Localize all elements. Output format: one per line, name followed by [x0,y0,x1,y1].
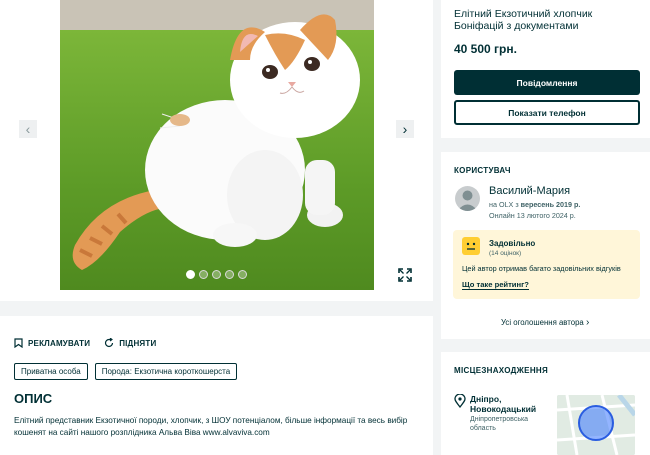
rating-title: Задовільно [489,239,536,248]
tag-breed[interactable]: Порода: Екзотична короткошерста [94,363,238,380]
ad-actions: РЕКЛАМУВАТИ ПІДНЯТИ [14,338,156,348]
raise-label: ПІДНЯТИ [119,338,157,348]
promote-label: РЕКЛАМУВАТИ [28,338,91,348]
rating-description: Цей автор отримав багато задовільних від… [462,264,621,273]
chevron-right-icon: › [585,317,590,328]
location-region: Дніпропетровська область [470,416,529,432]
listing-photo[interactable] [60,0,374,290]
photo-pagination [186,270,247,279]
avatar[interactable] [455,186,480,211]
fullscreen-icon[interactable] [398,268,412,282]
location-pin-icon [454,394,466,408]
raise-button[interactable]: ПІДНЯТИ [104,338,156,348]
location-map[interactable] [557,395,635,455]
pagination-dot[interactable] [199,270,208,279]
chevron-right-icon: › [402,121,408,137]
pagination-dot[interactable] [212,270,221,279]
user-online: Онлайн 13 лютого 2024 р. [489,211,576,220]
rating-info-link[interactable]: Що таке рейтинг? [462,280,529,290]
image-gallery: ‹ › [0,0,433,301]
user-since-date: вересень 2019 р. [520,200,581,209]
tag-seller-type[interactable]: Приватна особа [14,363,88,380]
map-graphic [557,395,635,455]
user-since-prefix: на OLX з [489,200,521,209]
rating-count: (14 оцінок) [489,250,522,257]
user-name[interactable]: Василий-Мария [489,185,570,197]
all-author-ads-link[interactable]: Усі оголошення автора › [501,317,589,328]
location-city: Дніпро, Новокодацький [470,394,537,414]
pagination-dot[interactable] [238,270,247,279]
location-section-label: МІСЦЕЗНАХОДЖЕННЯ [454,366,549,375]
next-photo-button[interactable]: › [396,120,414,138]
user-since: на OLX з вересень 2019 р. [489,200,580,209]
refresh-icon [105,338,114,348]
kitten-illustration [72,14,360,270]
message-button[interactable]: Повідомлення [454,70,640,95]
ad-price: 40 500 грн. [454,42,517,56]
show-phone-button[interactable]: Показати телефон [454,100,640,125]
all-ads-label: Усі оголошення автора [501,318,584,327]
chevron-left-icon: ‹ [25,121,31,137]
bookmark-icon [14,338,23,348]
promote-button[interactable]: РЕКЛАМУВАТИ [14,338,90,348]
description-title: ОПИС [14,391,53,406]
user-section-label: КОРИСТУВАЧ [454,166,511,175]
neutral-face-icon [462,237,480,255]
prev-photo-button[interactable]: ‹ [19,120,37,138]
ad-title: Елітний Екзотичний хлопчик Боніфацій з д… [454,8,593,32]
user-avatar-icon [457,190,478,211]
tag-list: Приватна особа Порода: Екзотична коротко… [14,363,238,380]
description-text: Елітний представник Екзотичної породи, х… [14,416,408,437]
pagination-dot[interactable] [186,270,195,279]
pagination-dot[interactable] [225,270,234,279]
